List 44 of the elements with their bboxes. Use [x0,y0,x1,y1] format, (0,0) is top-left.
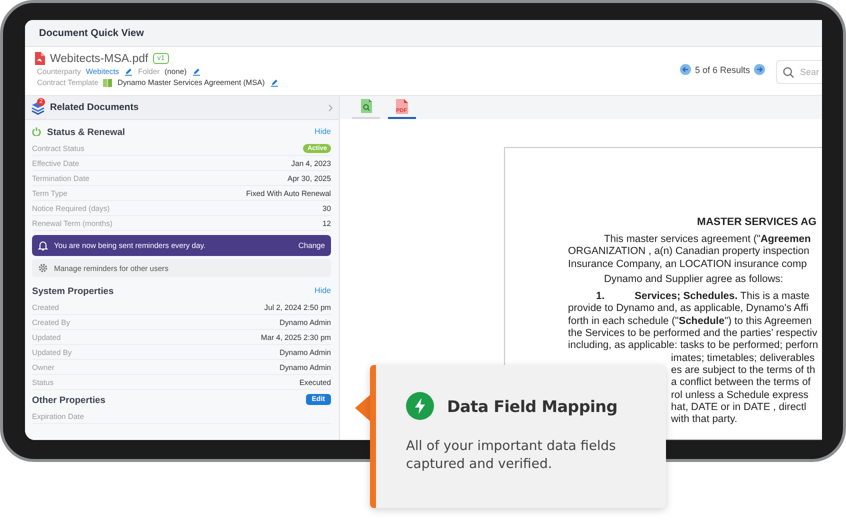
document-line: a conflict between the terms of [671,377,811,390]
chevron-right-icon [328,104,333,112]
file-name: Webitects-MSA.pdf [50,52,148,64]
document-line: Services; Schedules. This is a maste [634,291,810,304]
section-title: Other Properties [32,394,106,404]
bell-icon [38,240,48,251]
clause-number: 1. [596,291,605,304]
results-count: 5 of 6 Results [694,64,750,74]
gear-icon [38,263,48,273]
hide-link[interactable]: Hide [314,286,331,295]
book-icon [103,78,112,86]
document-line: forth in each schedule ("Schedule") to this Agreemen [568,316,813,328]
pdf-file-icon [396,99,408,114]
document-line: the Services to be performed and the parties' respectiv [568,328,818,340]
document-line: Insurance Company, an LOCATION insurance comp [568,258,808,271]
document-line: hat, DATE or in DATE , directl [671,402,806,414]
document-line: imates; timetables; deliverables [671,352,815,365]
document-line: ORGANIZATION , a(n) Canadian property inspection [568,246,810,259]
callout-title: Data Field Mapping [447,396,618,416]
search-icon [783,66,794,78]
lightning-icon [406,392,434,420]
left-arrow-icon[interactable] [680,64,691,75]
window-title: Document Quick View [25,20,822,47]
hide-link[interactable]: Hide [314,127,331,136]
document-line: including, as applicable: tasks to be performed; perforn [568,340,820,353]
pencil-icon[interactable] [124,67,134,76]
document-search-icon [360,99,372,113]
section-title: Status & Renewal [47,126,126,136]
document-line: Dynamo and Supplier agree as follows: [603,274,784,286]
pencil-icon[interactable] [192,67,201,76]
search-field[interactable]: Sear [776,60,822,84]
pdf-file-icon [33,52,45,65]
document-line: This master services agreement ("Agreemen [603,234,812,246]
pencil-icon[interactable] [270,78,279,87]
document-heading: MASTER SERVICES AG [696,216,818,228]
right-arrow-icon[interactable] [754,64,765,75]
document-line: provide to Dynamo and, as applicable, Dynamo's Affi [568,303,810,316]
related-documents-label: Related Documents [50,102,140,113]
power-icon [32,127,41,136]
document-line: es are subject to the terms of th [671,364,816,378]
document-line: rol unless a Schedule express [671,390,808,402]
section-title: System Properties [32,286,115,296]
document-line: with that party. [671,414,738,426]
callout-text: All of your important data fields captured and verified. [406,438,617,474]
